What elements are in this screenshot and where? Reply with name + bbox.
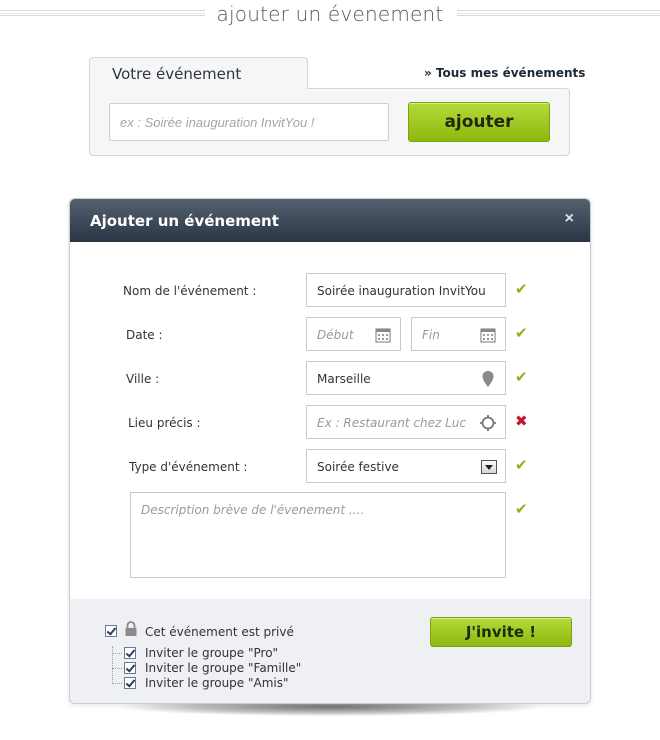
modal-header: Ajouter un événement × bbox=[70, 199, 590, 242]
city-field[interactable]: Marseille bbox=[306, 361, 506, 395]
group-famille-label: Inviter le groupe "Famille" bbox=[145, 661, 302, 675]
description-valid-icon: ✔ bbox=[515, 501, 528, 518]
group-pro-label: Inviter le groupe "Pro" bbox=[145, 646, 279, 660]
date-start-field[interactable]: Début bbox=[306, 317, 401, 351]
date-label: Date : bbox=[126, 328, 163, 342]
description-field[interactable]: Description brève de l'évenement .... bbox=[130, 492, 506, 578]
date-valid-icon: ✔ bbox=[515, 325, 528, 342]
description-placeholder: Description brève de l'évenement .... bbox=[141, 503, 365, 517]
city-value: Marseille bbox=[317, 372, 371, 386]
tab-votre-evenement[interactable]: Votre événement bbox=[89, 57, 308, 89]
place-field[interactable]: Ex : Restaurant chez Luc bbox=[306, 405, 506, 439]
name-valid-icon: ✔ bbox=[515, 281, 528, 298]
map-pin-icon bbox=[482, 371, 494, 387]
chevron-down-icon[interactable] bbox=[481, 460, 497, 474]
group-amis-label: Inviter le groupe "Amis" bbox=[145, 676, 289, 690]
calendar-icon[interactable] bbox=[374, 326, 392, 344]
group-amis-checkbox[interactable] bbox=[124, 677, 136, 689]
invite-button[interactable]: J'invite ! bbox=[430, 617, 572, 647]
lock-icon bbox=[125, 621, 137, 636]
place-placeholder: Ex : Restaurant chez Luc bbox=[317, 416, 466, 430]
modal-title: Ajouter un événement bbox=[90, 212, 279, 230]
private-label: Cet événement est privé bbox=[145, 625, 294, 639]
place-label: Lieu précis : bbox=[128, 416, 201, 430]
tree-branch bbox=[112, 683, 122, 684]
add-button[interactable]: ajouter bbox=[408, 102, 550, 142]
date-end-placeholder: Fin bbox=[422, 328, 440, 342]
tree-branch bbox=[112, 668, 122, 669]
event-name-value: Soirée inauguration InvitYou bbox=[317, 284, 486, 298]
event-type-select[interactable]: Soirée festive bbox=[306, 449, 506, 483]
group-pro-checkbox[interactable] bbox=[124, 647, 136, 659]
group-famille-checkbox[interactable] bbox=[124, 662, 136, 674]
close-icon[interactable]: × bbox=[565, 210, 574, 228]
page-header: ajouter un évenement bbox=[0, 0, 660, 30]
name-label: Nom de l'événement : bbox=[123, 284, 257, 298]
event-name-field[interactable]: Soirée inauguration InvitYou bbox=[306, 273, 506, 307]
add-event-modal: Ajouter un événement × Nom de l'événemen… bbox=[69, 198, 591, 704]
city-label: Ville : bbox=[126, 372, 160, 386]
event-type-value: Soirée festive bbox=[317, 460, 399, 474]
date-start-placeholder: Début bbox=[317, 328, 354, 342]
header-decoration-right bbox=[457, 10, 660, 16]
type-valid-icon: ✔ bbox=[515, 457, 528, 474]
crosshair-icon[interactable] bbox=[479, 414, 497, 432]
city-valid-icon: ✔ bbox=[515, 369, 528, 386]
quick-event-input[interactable] bbox=[109, 103, 389, 141]
place-error-icon: ✖ bbox=[515, 413, 528, 430]
date-end-field[interactable]: Fin bbox=[411, 317, 506, 351]
tree-branch bbox=[112, 653, 122, 654]
tab-label: Votre événement bbox=[112, 65, 242, 83]
type-label: Type d'événement : bbox=[129, 460, 248, 474]
all-events-link[interactable]: » Tous mes événements bbox=[424, 66, 585, 80]
calendar-icon[interactable] bbox=[479, 326, 497, 344]
tree-line bbox=[112, 646, 113, 682]
private-checkbox[interactable] bbox=[105, 625, 117, 637]
